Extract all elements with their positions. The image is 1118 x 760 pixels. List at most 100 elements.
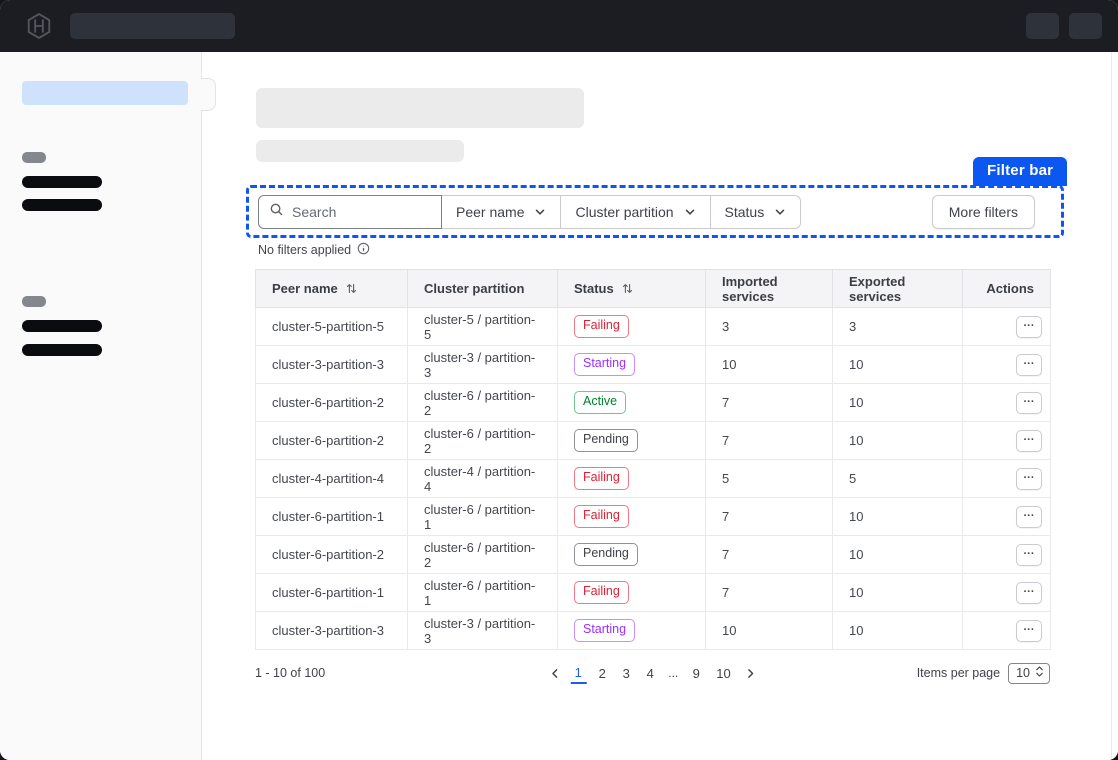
status-badge: Failing xyxy=(574,315,629,338)
pagination-next-button[interactable] xyxy=(743,666,758,681)
pagination: 1234... 9 10 xyxy=(547,662,757,684)
cell-actions: ··· xyxy=(963,612,1051,650)
cell-status: Active xyxy=(558,384,706,422)
filters-applied-text: No filters applied xyxy=(258,243,351,257)
status-badge: Starting xyxy=(574,353,635,376)
dropdown-label: Status xyxy=(725,204,765,220)
table-row: cluster-3-partition-3cluster-3 / partiti… xyxy=(256,346,1051,384)
row-overflow-menu-button[interactable]: ··· xyxy=(1016,544,1042,566)
row-overflow-menu-button[interactable]: ··· xyxy=(1016,316,1042,338)
filter-dropdown-peer-name[interactable]: Peer name xyxy=(442,195,561,229)
cell-status: Starting xyxy=(558,346,706,384)
row-overflow-menu-button[interactable]: ··· xyxy=(1016,582,1042,604)
topbar-skeleton-button-1 xyxy=(1026,13,1059,39)
pagination-page-9[interactable]: 9 xyxy=(688,663,704,684)
sidebar-skeleton-item-4 xyxy=(22,344,102,356)
table-row: cluster-6-partition-2cluster-6 / partiti… xyxy=(256,422,1051,460)
cell-actions: ··· xyxy=(963,460,1051,498)
column-label: Peer name xyxy=(272,281,338,296)
column-header-status[interactable]: Status xyxy=(558,270,706,308)
search-input[interactable] xyxy=(292,204,431,220)
sidebar-skeleton-item-1 xyxy=(22,176,102,188)
table-header-row: Peer nameCluster partitionStatusImported… xyxy=(256,270,1051,308)
cell-status: Failing xyxy=(558,460,706,498)
cell-cluster-partition: cluster-6 / partition-1 xyxy=(408,498,558,536)
cell-cluster-partition: cluster-3 / partition-3 xyxy=(408,346,558,384)
cell-imported-services: 7 xyxy=(706,536,833,574)
cell-actions: ··· xyxy=(963,574,1051,612)
sidebar-collapse-handle[interactable] xyxy=(201,78,216,111)
cell-exported-services: 10 xyxy=(833,612,963,650)
hashicorp-logo-icon xyxy=(24,11,54,41)
cell-peer-name: cluster-3-partition-3 xyxy=(256,612,408,650)
status-badge: Failing xyxy=(574,581,629,604)
content-skeleton-subtitle xyxy=(256,140,464,162)
cell-cluster-partition: cluster-5 / partition-5 xyxy=(408,308,558,346)
pagination-page-2[interactable]: 2 xyxy=(594,663,610,684)
cell-status: Failing xyxy=(558,308,706,346)
cell-imported-services: 5 xyxy=(706,460,833,498)
cell-imported-services: 7 xyxy=(706,498,833,536)
row-overflow-menu-button[interactable]: ··· xyxy=(1016,392,1042,414)
nav-skeleton-pill xyxy=(70,13,235,39)
cell-peer-name: cluster-5-partition-5 xyxy=(256,308,408,346)
search-icon xyxy=(269,202,284,222)
cell-actions: ··· xyxy=(963,498,1051,536)
pagination-page-1[interactable]: 1 xyxy=(570,662,586,684)
cell-exported-services: 10 xyxy=(833,384,963,422)
app-window: Filter bar Peer nameCluster partitionSta… xyxy=(0,0,1118,760)
row-overflow-menu-button[interactable]: ··· xyxy=(1016,620,1042,642)
sort-icon[interactable] xyxy=(622,283,633,294)
cell-actions: ··· xyxy=(963,422,1051,460)
pagination-ellipsis: ... xyxy=(666,666,680,680)
status-badge: Starting xyxy=(574,619,635,642)
cell-cluster-partition: cluster-6 / partition-2 xyxy=(408,384,558,422)
dropdown-label: Cluster partition xyxy=(575,204,673,220)
table-row: cluster-6-partition-2cluster-6 / partiti… xyxy=(256,536,1051,574)
row-overflow-menu-button[interactable]: ··· xyxy=(1016,506,1042,528)
topbar-skeleton-button-2 xyxy=(1069,13,1102,39)
status-badge: Pending xyxy=(574,429,638,452)
sort-icon[interactable] xyxy=(346,283,357,294)
cell-actions: ··· xyxy=(963,308,1051,346)
cell-actions: ··· xyxy=(963,346,1051,384)
items-per-page-select[interactable]: 10 xyxy=(1008,663,1050,684)
cell-imported-services: 3 xyxy=(706,308,833,346)
table-row: cluster-6-partition-1cluster-6 / partiti… xyxy=(256,498,1051,536)
cell-peer-name: cluster-6-partition-1 xyxy=(256,498,408,536)
column-label: Actions xyxy=(986,281,1034,296)
more-filters-button[interactable]: More filters xyxy=(932,195,1035,229)
cell-status: Starting xyxy=(558,612,706,650)
column-header-peer-name[interactable]: Peer name xyxy=(256,270,408,308)
filter-dropdown-status[interactable]: Status xyxy=(711,195,802,229)
chevron-down-icon xyxy=(684,206,696,218)
main-content: Filter bar Peer nameCluster partitionSta… xyxy=(202,52,1118,760)
row-overflow-menu-button[interactable]: ··· xyxy=(1016,354,1042,376)
row-overflow-menu-button[interactable]: ··· xyxy=(1016,430,1042,452)
info-icon[interactable] xyxy=(357,242,370,258)
cell-actions: ··· xyxy=(963,384,1051,422)
row-overflow-menu-button[interactable]: ··· xyxy=(1016,468,1042,490)
cell-peer-name: cluster-6-partition-2 xyxy=(256,422,408,460)
column-header-imported-services: Imported services xyxy=(706,270,833,308)
pagination-range-text: 1 - 10 of 100 xyxy=(255,666,325,680)
search-field[interactable] xyxy=(258,195,442,229)
dropdown-label: Peer name xyxy=(456,204,524,220)
sidebar-skeleton-item-2 xyxy=(22,199,102,211)
cell-cluster-partition: cluster-3 / partition-3 xyxy=(408,612,558,650)
pagination-prev-button[interactable] xyxy=(547,666,562,681)
filter-dropdown-cluster-partition[interactable]: Cluster partition xyxy=(561,195,710,229)
cell-cluster-partition: cluster-4 / partition-4 xyxy=(408,460,558,498)
pagination-page-4[interactable]: 4 xyxy=(642,663,658,684)
cell-peer-name: cluster-6-partition-2 xyxy=(256,536,408,574)
content-skeleton-title xyxy=(256,88,584,128)
table-footer: 1 - 10 of 100 1234...910 Items per page … xyxy=(255,659,1050,687)
pagination-page-10[interactable]: 10 xyxy=(712,663,734,684)
pagination-page-3[interactable]: 3 xyxy=(618,663,634,684)
stepper-up-down-icon xyxy=(1035,665,1044,681)
column-header-exported-services: Exported services xyxy=(833,270,963,308)
table-row: cluster-5-partition-5cluster-5 / partiti… xyxy=(256,308,1051,346)
cell-imported-services: 7 xyxy=(706,574,833,612)
table-row: cluster-6-partition-2cluster-6 / partiti… xyxy=(256,384,1051,422)
cell-peer-name: cluster-3-partition-3 xyxy=(256,346,408,384)
